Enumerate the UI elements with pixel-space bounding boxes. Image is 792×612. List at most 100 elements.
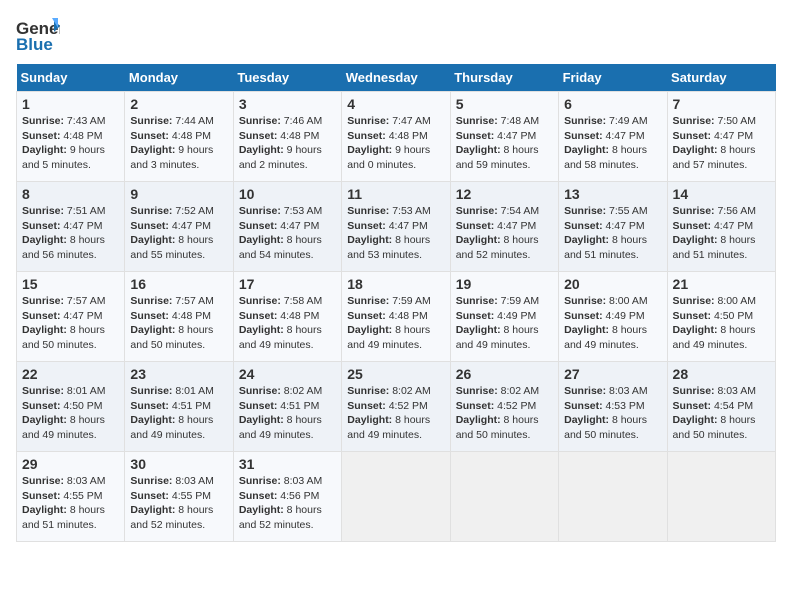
day-number: 6	[564, 96, 661, 112]
calendar-day-27: 27 Sunrise: 8:03 AMSunset: 4:53 PMDayligh…	[559, 362, 667, 452]
empty-cell	[450, 452, 558, 542]
cell-info: Sunrise: 7:57 AMSunset: 4:47 PMDaylight:…	[22, 294, 119, 353]
calendar-day-13: 13 Sunrise: 7:55 AMSunset: 4:47 PMDayligh…	[559, 182, 667, 272]
cell-info: Sunrise: 7:47 AMSunset: 4:48 PMDaylight:…	[347, 114, 444, 173]
calendar-day-22: 22Sunrise: 8:01 AMSunset: 4:50 PMDayligh…	[17, 362, 125, 452]
calendar-day-5: 5 Sunrise: 7:48 AMSunset: 4:47 PMDaylight…	[450, 92, 558, 182]
day-number: 19	[456, 276, 553, 292]
calendar-day-2: 2Sunrise: 7:44 AMSunset: 4:48 PMDaylight…	[125, 92, 233, 182]
logo-svg: General Blue	[16, 16, 60, 54]
cell-info: Sunrise: 7:49 AMSunset: 4:47 PMDaylight:…	[564, 114, 661, 173]
day-number: 8	[22, 186, 119, 202]
cell-info: Sunrise: 7:51 AMSunset: 4:47 PMDaylight:…	[22, 204, 119, 263]
cell-info: Sunrise: 7:53 AMSunset: 4:47 PMDaylight:…	[239, 204, 336, 263]
day-number: 14	[673, 186, 770, 202]
calendar-day-31: 31 Sunrise: 8:03 AMSunset: 4:56 PMDayligh…	[233, 452, 341, 542]
header-day-thursday: Thursday	[450, 64, 558, 92]
cell-info: Sunrise: 8:02 AMSunset: 4:51 PMDaylight:…	[239, 384, 336, 443]
calendar-day-6: 6 Sunrise: 7:49 AMSunset: 4:47 PMDaylight…	[559, 92, 667, 182]
calendar-day-15: 15 Sunrise: 7:57 AMSunset: 4:47 PMDayligh…	[17, 272, 125, 362]
day-number: 15	[22, 276, 119, 292]
day-number: 4	[347, 96, 444, 112]
calendar-day-25: 25 Sunrise: 8:02 AMSunset: 4:52 PMDayligh…	[342, 362, 450, 452]
day-number: 23	[130, 366, 227, 382]
cell-info: Sunrise: 7:55 AMSunset: 4:47 PMDaylight:…	[564, 204, 661, 263]
calendar-day-12: 12Sunrise: 7:54 AMSunset: 4:47 PMDayligh…	[450, 182, 558, 272]
calendar-day-24: 24Sunrise: 8:02 AMSunset: 4:51 PMDayligh…	[233, 362, 341, 452]
header-day-monday: Monday	[125, 64, 233, 92]
header-day-friday: Friday	[559, 64, 667, 92]
calendar-day-3: 3 Sunrise: 7:46 AMSunset: 4:48 PMDaylight…	[233, 92, 341, 182]
day-number: 27	[564, 366, 661, 382]
day-number: 31	[239, 456, 336, 472]
cell-info: Sunrise: 7:56 AMSunset: 4:47 PMDaylight:…	[673, 204, 770, 263]
calendar-day-11: 11 Sunrise: 7:53 AMSunset: 4:47 PMDayligh…	[342, 182, 450, 272]
day-number: 17	[239, 276, 336, 292]
logo: General Blue	[16, 16, 64, 54]
cell-info: Sunrise: 7:46 AMSunset: 4:48 PMDaylight:…	[239, 114, 336, 173]
cell-info: Sunrise: 7:59 AMSunset: 4:48 PMDaylight:…	[347, 294, 444, 353]
day-number: 7	[673, 96, 770, 112]
calendar-day-26: 26 Sunrise: 8:02 AMSunset: 4:52 PMDayligh…	[450, 362, 558, 452]
day-number: 3	[239, 96, 336, 112]
calendar-day-17: 17 Sunrise: 7:58 AMSunset: 4:48 PMDayligh…	[233, 272, 341, 362]
cell-info: Sunrise: 8:02 AMSunset: 4:52 PMDaylight:…	[456, 384, 553, 443]
day-number: 26	[456, 366, 553, 382]
calendar-week-4: 22Sunrise: 8:01 AMSunset: 4:50 PMDayligh…	[17, 362, 776, 452]
day-number: 9	[130, 186, 227, 202]
page-header: General Blue	[16, 16, 776, 54]
calendar-day-19: 19Sunrise: 7:59 AMSunset: 4:49 PMDayligh…	[450, 272, 558, 362]
cell-info: Sunrise: 7:43 AMSunset: 4:48 PMDaylight:…	[22, 114, 119, 173]
day-number: 29	[22, 456, 119, 472]
calendar-day-21: 21Sunrise: 8:00 AMSunset: 4:50 PMDayligh…	[667, 272, 775, 362]
cell-info: Sunrise: 8:03 AMSunset: 4:54 PMDaylight:…	[673, 384, 770, 443]
header-day-saturday: Saturday	[667, 64, 775, 92]
svg-text:Blue: Blue	[16, 35, 53, 54]
calendar-day-9: 9Sunrise: 7:52 AMSunset: 4:47 PMDaylight…	[125, 182, 233, 272]
calendar-header-row: SundayMondayTuesdayWednesdayThursdayFrid…	[17, 64, 776, 92]
day-number: 25	[347, 366, 444, 382]
calendar-day-30: 30 Sunrise: 8:03 AMSunset: 4:55 PMDayligh…	[125, 452, 233, 542]
calendar-week-3: 15 Sunrise: 7:57 AMSunset: 4:47 PMDayligh…	[17, 272, 776, 362]
cell-info: Sunrise: 7:48 AMSunset: 4:47 PMDaylight:…	[456, 114, 553, 173]
cell-info: Sunrise: 8:02 AMSunset: 4:52 PMDaylight:…	[347, 384, 444, 443]
day-number: 18	[347, 276, 444, 292]
day-number: 22	[22, 366, 119, 382]
empty-cell	[667, 452, 775, 542]
calendar-day-23: 23 Sunrise: 8:01 AMSunset: 4:51 PMDayligh…	[125, 362, 233, 452]
day-number: 2	[130, 96, 227, 112]
cell-info: Sunrise: 8:00 AMSunset: 4:50 PMDaylight:…	[673, 294, 770, 353]
calendar-day-28: 28 Sunrise: 8:03 AMSunset: 4:54 PMDayligh…	[667, 362, 775, 452]
day-number: 11	[347, 186, 444, 202]
header-day-tuesday: Tuesday	[233, 64, 341, 92]
day-number: 28	[673, 366, 770, 382]
day-number: 12	[456, 186, 553, 202]
calendar-day-7: 7 Sunrise: 7:50 AMSunset: 4:47 PMDaylight…	[667, 92, 775, 182]
day-number: 5	[456, 96, 553, 112]
cell-info: Sunrise: 8:03 AMSunset: 4:53 PMDaylight:…	[564, 384, 661, 443]
calendar-week-1: 1Sunrise: 7:43 AMSunset: 4:48 PMDaylight…	[17, 92, 776, 182]
cell-info: Sunrise: 8:03 AMSunset: 4:55 PMDaylight:…	[22, 474, 119, 533]
cell-info: Sunrise: 7:57 AMSunset: 4:48 PMDaylight:…	[130, 294, 227, 353]
day-number: 30	[130, 456, 227, 472]
header-day-wednesday: Wednesday	[342, 64, 450, 92]
calendar-table: SundayMondayTuesdayWednesdayThursdayFrid…	[16, 64, 776, 542]
calendar-day-18: 18 Sunrise: 7:59 AMSunset: 4:48 PMDayligh…	[342, 272, 450, 362]
cell-info: Sunrise: 8:03 AMSunset: 4:56 PMDaylight:…	[239, 474, 336, 533]
calendar-week-5: 29 Sunrise: 8:03 AMSunset: 4:55 PMDayligh…	[17, 452, 776, 542]
cell-info: Sunrise: 7:58 AMSunset: 4:48 PMDaylight:…	[239, 294, 336, 353]
cell-info: Sunrise: 8:03 AMSunset: 4:55 PMDaylight:…	[130, 474, 227, 533]
calendar-day-29: 29 Sunrise: 8:03 AMSunset: 4:55 PMDayligh…	[17, 452, 125, 542]
cell-info: Sunrise: 8:01 AMSunset: 4:51 PMDaylight:…	[130, 384, 227, 443]
calendar-day-8: 8 Sunrise: 7:51 AMSunset: 4:47 PMDaylight…	[17, 182, 125, 272]
empty-cell	[342, 452, 450, 542]
cell-info: Sunrise: 7:50 AMSunset: 4:47 PMDaylight:…	[673, 114, 770, 173]
calendar-day-14: 14 Sunrise: 7:56 AMSunset: 4:47 PMDayligh…	[667, 182, 775, 272]
cell-info: Sunrise: 7:53 AMSunset: 4:47 PMDaylight:…	[347, 204, 444, 263]
calendar-day-1: 1Sunrise: 7:43 AMSunset: 4:48 PMDaylight…	[17, 92, 125, 182]
cell-info: Sunrise: 8:00 AMSunset: 4:49 PMDaylight:…	[564, 294, 661, 353]
day-number: 13	[564, 186, 661, 202]
calendar-day-16: 16Sunrise: 7:57 AMSunset: 4:48 PMDayligh…	[125, 272, 233, 362]
calendar-day-4: 4 Sunrise: 7:47 AMSunset: 4:48 PMDaylight…	[342, 92, 450, 182]
day-number: 20	[564, 276, 661, 292]
